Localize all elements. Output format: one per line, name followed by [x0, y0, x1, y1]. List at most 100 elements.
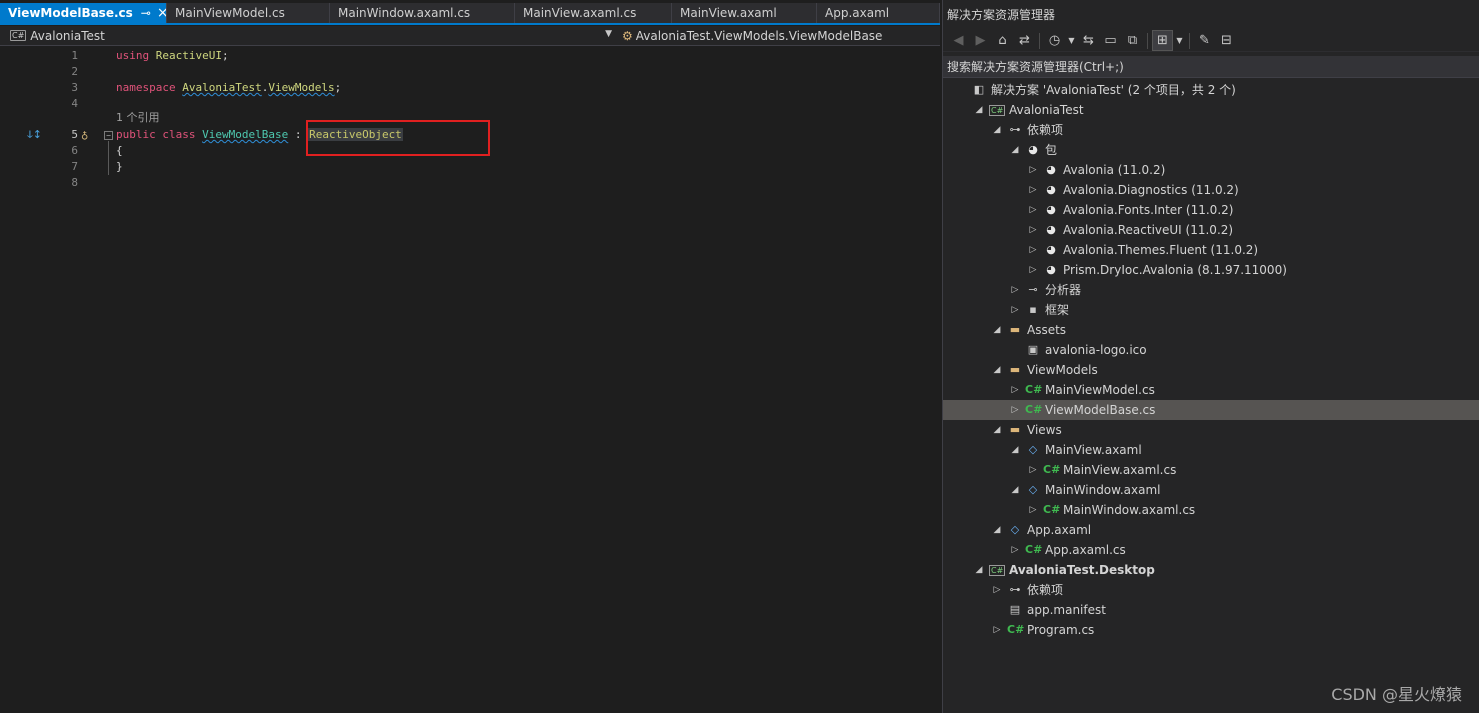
- home-icon[interactable]: ⌂: [993, 31, 1012, 50]
- collapse-all-icon[interactable]: ⧉: [1123, 31, 1142, 50]
- tree-item[interactable]: ▷ ⊶ 依赖项: [943, 580, 1479, 600]
- tree-item[interactable]: ▷ ⊸ 分析器: [943, 280, 1479, 300]
- tree-item[interactable]: ◢ ◇ MainView.axaml: [943, 440, 1479, 460]
- collapse-arrow-icon[interactable]: ◢: [991, 520, 1003, 540]
- collapse-arrow-icon[interactable]: ◢: [991, 360, 1003, 380]
- class-view-icon[interactable]: ⊟: [1217, 31, 1236, 50]
- tree-item[interactable]: ◧ 解决方案 'AvaloniaTest' (2 个项目，共 2 个): [943, 80, 1479, 100]
- tree-item-label: 框架: [1045, 303, 1070, 317]
- tree-item[interactable]: ▷ ▪ 框架: [943, 300, 1479, 320]
- package-icon: ◕: [1046, 223, 1056, 236]
- expand-arrow-icon[interactable]: ▷: [991, 580, 1003, 600]
- expand-arrow-icon[interactable]: ▷: [1009, 280, 1021, 300]
- tree-item[interactable]: ◢ ▬ Assets: [943, 320, 1479, 340]
- keyword: namespace: [116, 81, 176, 94]
- tree-item[interactable]: ▷ ◕ Avalonia.Themes.Fluent (11.0.2): [943, 240, 1479, 260]
- collapse-arrow-icon[interactable]: ◢: [1009, 440, 1021, 460]
- tree-item[interactable]: ◢ ◇ MainWindow.axaml: [943, 480, 1479, 500]
- tree-item[interactable]: ◢ ⊶ 依赖项: [943, 120, 1479, 140]
- code-editor[interactable]: ViewModelBase.cs ⊸ × MainViewModel.cs Ma…: [0, 0, 940, 713]
- properties-wrench-icon[interactable]: ✎: [1195, 31, 1214, 50]
- tab-mainviewmodel-cs[interactable]: MainViewModel.cs: [167, 3, 330, 23]
- collapse-arrow-icon[interactable]: ◢: [991, 320, 1003, 340]
- expand-arrow-icon[interactable]: ▷: [1009, 300, 1021, 320]
- tree-item-label: ViewModelBase.cs: [1045, 403, 1156, 417]
- tab-app-axaml[interactable]: App.axaml: [817, 3, 940, 23]
- expand-arrow-icon[interactable]: ▷: [991, 620, 1003, 640]
- tree-item[interactable]: ▷ C# Program.cs: [943, 620, 1479, 640]
- collapse-arrow-icon[interactable]: ◢: [1009, 140, 1021, 160]
- brace: {: [116, 144, 123, 157]
- expand-arrow-icon[interactable]: ▷: [1027, 220, 1039, 240]
- refresh-icon[interactable]: ▭: [1101, 31, 1120, 50]
- keyword: using: [116, 49, 150, 62]
- tree-item[interactable]: ◢ ◕ 包: [943, 140, 1479, 160]
- lightbulb-icon[interactable]: ♁: [81, 127, 88, 143]
- expand-arrow-icon[interactable]: ▷: [1027, 240, 1039, 260]
- tree-item[interactable]: ▷ ◕ Avalonia.Fonts.Inter (11.0.2): [943, 200, 1479, 220]
- tree-item[interactable]: ▷ ◕ Avalonia.Diagnostics (11.0.2): [943, 180, 1479, 200]
- collapse-arrow-icon[interactable]: ◢: [1009, 480, 1021, 500]
- sync-with-document-icon[interactable]: ⇆: [1079, 31, 1098, 50]
- tree-item[interactable]: ▤ app.manifest: [943, 600, 1479, 620]
- tree-item[interactable]: ▷ C# MainWindow.axaml.cs: [943, 500, 1479, 520]
- project-dropdown[interactable]: C# AvaloniaTest ▼: [0, 26, 612, 46]
- tree-item[interactable]: ▷ ◕ Avalonia.ReactiveUI (11.0.2): [943, 220, 1479, 240]
- tree-item[interactable]: ◢ ◇ App.axaml: [943, 520, 1479, 540]
- tab-mainview-axaml[interactable]: MainView.axaml: [672, 3, 817, 23]
- tree-item-label: App.axaml: [1027, 523, 1092, 537]
- chevron-down-icon[interactable]: ▼: [1175, 31, 1184, 50]
- expand-arrow-icon[interactable]: ▷: [1009, 380, 1021, 400]
- tree-item[interactable]: ▷ ◕ Avalonia (11.0.2): [943, 160, 1479, 180]
- member-name: AvaloniaTest.ViewModels.ViewModelBase: [635, 28, 883, 43]
- tree-item[interactable]: ▷ C# ViewModelBase.cs: [943, 400, 1479, 420]
- tree-item[interactable]: ▷ C# MainView.axaml.cs: [943, 460, 1479, 480]
- close-icon[interactable]: ×: [157, 3, 166, 23]
- expand-arrow-icon[interactable]: ▷: [1009, 400, 1021, 420]
- tree-item-label: ViewModels: [1027, 363, 1098, 377]
- show-all-files-icon[interactable]: ⊞: [1152, 30, 1173, 51]
- chevron-down-icon[interactable]: ▼: [605, 29, 612, 39]
- back-icon[interactable]: ◀: [949, 31, 968, 50]
- pending-changes-filter-icon[interactable]: ◷: [1045, 31, 1064, 50]
- switch-views-icon[interactable]: ⇄: [1015, 31, 1034, 50]
- tree-item[interactable]: ◢ ▬ ViewModels: [943, 360, 1479, 380]
- chevron-down-icon[interactable]: ▼: [1067, 31, 1076, 50]
- expand-arrow-icon[interactable]: ▷: [1027, 200, 1039, 220]
- csharp-project-icon: C#: [10, 30, 27, 41]
- reference-count-link[interactable]: 1 个引用: [116, 110, 160, 126]
- tree-item[interactable]: ▣ avalonia-logo.ico: [943, 340, 1479, 360]
- tab-mainview-axaml-cs[interactable]: MainView.axaml.cs: [515, 3, 672, 23]
- code-line: 8: [0, 175, 940, 191]
- pin-icon[interactable]: ⊸: [141, 3, 151, 23]
- class-icon: ⚙: [622, 28, 633, 43]
- ico-file-icon: ▣: [1027, 343, 1039, 356]
- csharp-project-icon: C#: [989, 105, 1005, 116]
- tree-item[interactable]: ▷ ◕ Prism.DryIoc.Avalonia (8.1.97.11000): [943, 260, 1479, 280]
- collapse-icon[interactable]: −: [104, 131, 113, 140]
- tree-item[interactable]: ▷ C# MainViewModel.cs: [943, 380, 1479, 400]
- expand-arrow-icon[interactable]: ▷: [1027, 260, 1039, 280]
- tree-item[interactable]: ◢ C# AvaloniaTest.Desktop: [943, 560, 1479, 580]
- expand-arrow-icon[interactable]: ▷: [1027, 500, 1039, 520]
- tab-viewmodelbase-cs[interactable]: ViewModelBase.cs ⊸ ×: [0, 3, 167, 23]
- collapse-arrow-icon[interactable]: ◢: [991, 120, 1003, 140]
- line-number: 5: [71, 128, 78, 141]
- member-dropdown[interactable]: ⚙ AvaloniaTest.ViewModels.ViewModelBase: [612, 29, 882, 43]
- tree-item-label: Avalonia.Fonts.Inter (11.0.2): [1063, 203, 1234, 217]
- collapse-arrow-icon[interactable]: ◢: [973, 560, 985, 580]
- search-input[interactable]: 搜索解决方案资源管理器(Ctrl+;): [943, 56, 1479, 78]
- expand-arrow-icon[interactable]: ▷: [1027, 180, 1039, 200]
- tree-item[interactable]: ◢ C# AvaloniaTest: [943, 100, 1479, 120]
- override-icon[interactable]: ↆ↕: [27, 127, 42, 143]
- forward-icon[interactable]: ▶: [971, 31, 990, 50]
- tree-item[interactable]: ◢ ▬ Views: [943, 420, 1479, 440]
- tree-item[interactable]: ▷ C# App.axaml.cs: [943, 540, 1479, 560]
- tab-mainwindow-axaml-cs[interactable]: MainWindow.axaml.cs: [330, 3, 515, 23]
- expand-arrow-icon[interactable]: ▷: [1027, 160, 1039, 180]
- collapse-arrow-icon[interactable]: ◢: [991, 420, 1003, 440]
- line-number: 8: [71, 176, 78, 189]
- collapse-arrow-icon[interactable]: ◢: [973, 100, 985, 120]
- expand-arrow-icon[interactable]: ▷: [1027, 460, 1039, 480]
- expand-arrow-icon[interactable]: ▷: [1009, 540, 1021, 560]
